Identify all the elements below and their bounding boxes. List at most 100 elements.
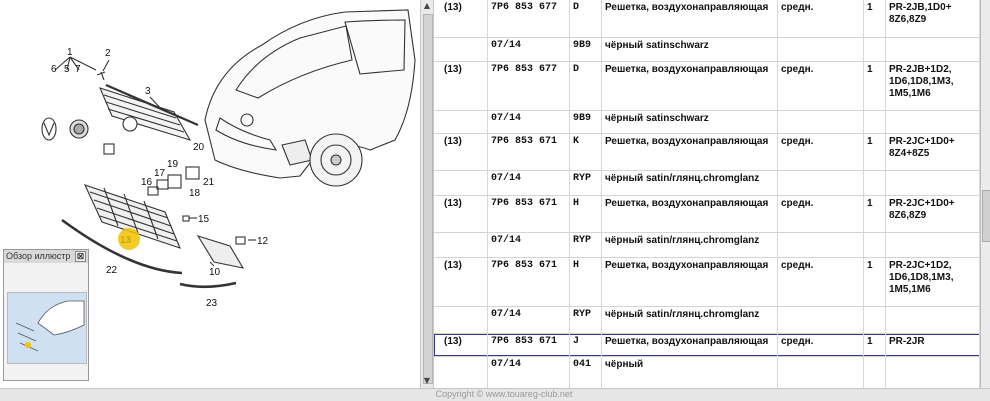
empty-cell: [886, 357, 980, 388]
scroll-down-icon[interactable]: ▼: [421, 375, 433, 387]
partno-cell: 7P6 853 671: [488, 258, 570, 306]
empty-cell: [886, 307, 980, 333]
color-name-cell: чёрный satinschwarz: [602, 38, 778, 61]
partno-cell: 7P6 853 671: [488, 334, 570, 356]
name-cell: Решетка, воздухонаправляющая: [602, 134, 778, 170]
remark-cell: PR-2JC+1D0+ 8Z6,8Z9: [886, 196, 980, 232]
remark-cell: PR-2JB,1D0+ 8Z6,8Z9: [886, 0, 980, 37]
table-row[interactable]: (13) 7P6 853 671 H Решетка, воздухонапра…: [434, 258, 980, 306]
callout-21: 21: [203, 177, 215, 188]
empty-cell: [778, 38, 864, 61]
color-name-cell: чёрный satin/глянц.chromglanz: [602, 171, 778, 195]
remark-cell: PR-2JC+1D0+ 8Z4+8Z5: [886, 134, 980, 170]
table-row[interactable]: 07/14 9B9 чёрный satinschwarz: [434, 111, 980, 133]
empty-cell: [886, 171, 980, 195]
empty-cell: [864, 307, 886, 333]
illustration-panel: 1 2 3 5 6 7 10 12 13 15 16 17 18 19 20 2…: [0, 0, 420, 401]
color-name-cell: чёрный: [602, 357, 778, 388]
table-row[interactable]: 07/14 RYP чёрный satin/глянц.chromglanz: [434, 307, 980, 333]
date-cell: 07/14: [488, 307, 570, 333]
version-cell: H: [570, 196, 602, 232]
pos-cell: (13): [434, 334, 488, 356]
empty-cell: [864, 171, 886, 195]
table-row[interactable]: 07/14 RYP чёрный satin/глянц.chromglanz: [434, 233, 980, 257]
scrollbar-thumb[interactable]: [982, 190, 990, 242]
empty-cell: [864, 38, 886, 61]
name-cell: Решетка, воздухонаправляющая: [602, 334, 778, 356]
qty-cell: 1: [864, 196, 886, 232]
callout-19: 19: [167, 159, 179, 170]
date-cell: 07/14: [488, 233, 570, 257]
empty-cell: [864, 233, 886, 257]
partno-cell: 7P6 853 671: [488, 134, 570, 170]
table-row[interactable]: (13) 7P6 853 671 H Решетка, воздухонапра…: [434, 196, 980, 232]
table-row[interactable]: 07/14 041 чёрный: [434, 357, 980, 388]
callout-18: 18: [189, 188, 201, 199]
table-row[interactable]: 07/14 RYP чёрный satin/глянц.chromglanz: [434, 171, 980, 195]
date-cell: 07/14: [488, 38, 570, 61]
callout-3: 3: [145, 86, 151, 97]
callout-1: 1: [67, 47, 73, 58]
empty-cell: [886, 38, 980, 61]
table-row[interactable]: (13) 7P6 853 671 K Решетка, воздухонапра…: [434, 134, 980, 170]
date-cell: 07/14: [488, 171, 570, 195]
color-code-cell: 9B9: [570, 38, 602, 61]
callout-20: 20: [193, 142, 205, 153]
name-cell: Решетка, воздухонаправляющая: [602, 62, 778, 110]
desc-cell: средн.: [778, 0, 864, 37]
color-name-cell: чёрный satinschwarz: [602, 111, 778, 133]
empty-cell: [778, 111, 864, 133]
remark-cell: PR-2JC+1D2, 1D6,1D8,1M3, 1M5,1M6: [886, 258, 980, 306]
qty-cell: 1: [864, 258, 886, 306]
color-code-cell: 041: [570, 357, 602, 388]
empty-cell: [434, 307, 488, 333]
table-row-selected[interactable]: (13) 7P6 853 671 J Решетка, воздухонапра…: [434, 334, 980, 356]
empty-cell: [886, 233, 980, 257]
empty-cell: [434, 38, 488, 61]
partno-cell: 7P6 853 677: [488, 62, 570, 110]
table-scrollbar[interactable]: [980, 0, 990, 388]
date-cell: 07/14: [488, 357, 570, 388]
name-cell: Решетка, воздухонаправляющая: [602, 196, 778, 232]
name-cell: Решетка, воздухонаправляющая: [602, 258, 778, 306]
pos-cell: (13): [434, 0, 488, 37]
scroll-up-icon[interactable]: ▲: [421, 0, 433, 12]
desc-cell: средн.: [778, 62, 864, 110]
color-code-cell: RYP: [570, 233, 602, 257]
callout-16: 16: [141, 177, 153, 188]
partno-cell: 7P6 853 671: [488, 196, 570, 232]
color-code-cell: RYP: [570, 171, 602, 195]
copyright-watermark: Copyright © www.touareg-club.net: [435, 389, 573, 399]
desc-cell: средн.: [778, 258, 864, 306]
callout-17: 17: [154, 168, 166, 179]
qty-cell: 1: [864, 62, 886, 110]
color-name-cell: чёрный satin/глянц.chromglanz: [602, 233, 778, 257]
overview-window: Обзор иллюстр ⊠: [3, 249, 89, 381]
date-cell: 07/14: [488, 111, 570, 133]
callout-6: 6: [51, 64, 57, 75]
scrollbar-thumb[interactable]: [423, 14, 433, 384]
color-code-cell: 9B9: [570, 111, 602, 133]
empty-cell: [778, 233, 864, 257]
table-row[interactable]: (13) 7P6 853 677 D Решетка, воздухонапра…: [434, 62, 980, 110]
desc-cell: средн.: [778, 334, 864, 356]
left-panel-scrollbar[interactable]: ▲ ▼: [420, 0, 434, 388]
empty-cell: [864, 357, 886, 388]
table-row[interactable]: (13) 7P6 853 677 D Решетка, воздухонапра…: [434, 0, 980, 37]
empty-cell: [434, 357, 488, 388]
pos-cell: (13): [434, 258, 488, 306]
remark-cell: PR-2JR: [886, 334, 980, 356]
version-cell: J: [570, 334, 602, 356]
version-cell: H: [570, 258, 602, 306]
close-icon[interactable]: ⊠: [75, 251, 86, 262]
callout-12: 12: [257, 236, 269, 247]
version-cell: D: [570, 62, 602, 110]
table-row[interactable]: 07/14 9B9 чёрный satinschwarz: [434, 38, 980, 61]
callout-7: 7: [75, 64, 81, 75]
pos-cell: (13): [434, 62, 488, 110]
overview-thumbnail[interactable]: [7, 292, 87, 364]
pos-cell: (13): [434, 134, 488, 170]
empty-cell: [778, 357, 864, 388]
empty-cell: [434, 171, 488, 195]
remark-cell: PR-2JB+1D2, 1D6,1D8,1M3, 1M5,1M6: [886, 62, 980, 110]
